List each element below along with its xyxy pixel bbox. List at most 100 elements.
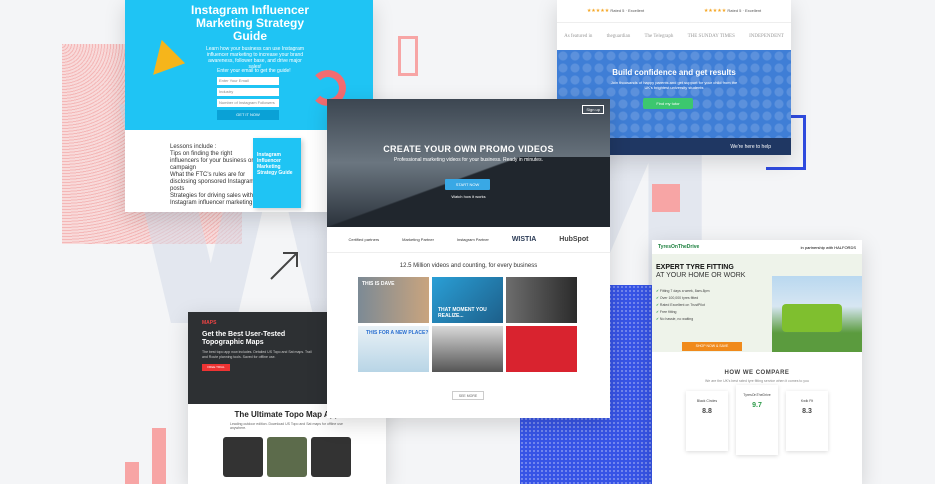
video-thumbnail[interactable] bbox=[432, 326, 503, 372]
rating-text: Rated 5 · Excellent bbox=[727, 8, 762, 13]
tyre-fitting-page: TyresOnTheDrive in partnership with HALF… bbox=[652, 240, 862, 484]
free-trial-button[interactable]: FREE TRIAL bbox=[202, 364, 230, 371]
followers-select[interactable]: Number of Instagram Followers bbox=[217, 99, 279, 107]
tyre-header: TyresOnTheDrive in partnership with HALF… bbox=[652, 240, 862, 254]
email-field[interactable]: Enter Your Email bbox=[217, 77, 279, 85]
email-prompt: Enter your email to get the guide! bbox=[217, 68, 291, 74]
benefit-text: Free fitting bbox=[659, 310, 677, 314]
tyre-headline-line1: EXPERT TYRE FITTING bbox=[656, 264, 734, 271]
pink-square bbox=[652, 184, 680, 212]
wistia-logo: WISTIA bbox=[511, 236, 537, 243]
topo-headline: Get the Best User-Tested Topographic Map… bbox=[202, 331, 286, 346]
benefit-text: No hassle, no waiting bbox=[659, 317, 694, 321]
compare-name: TyresOnTheDrive bbox=[743, 393, 771, 397]
app-screenshot bbox=[267, 437, 307, 477]
thumbnail-caption: THIS FOR A NEW PLACE? bbox=[366, 330, 429, 336]
confidence-headline: Build confidence and get results bbox=[612, 68, 736, 77]
benefit-text: Over 100,000 tyres fitted bbox=[659, 296, 699, 300]
star-rating-icon: ★★★★★ bbox=[586, 8, 610, 14]
instagram-partner-logo: Instagram Partner bbox=[456, 237, 489, 242]
video-count-text: 12.5 Million videos and counting, for ev… bbox=[399, 263, 538, 269]
start-now-button[interactable]: START NOW bbox=[445, 179, 490, 190]
app-screenshot bbox=[223, 437, 263, 477]
lesson-item: Tips on finding the right influencers fo… bbox=[170, 151, 254, 171]
pink-bar-1 bbox=[125, 462, 139, 484]
instagram-title: Instagram Influencer Marketing Strategy … bbox=[190, 3, 310, 43]
compare-columns: Black Circles 8.8 TyresOnTheDrive 9.7 Kwik… bbox=[652, 385, 862, 455]
facebook-partner-logo: Marketing Partner bbox=[402, 237, 434, 242]
lessons-list: Lessons include : Tips on finding the ri… bbox=[170, 144, 260, 207]
benefit-item: ✔ Fitting 7 days a week, 8am-8pm bbox=[656, 288, 710, 295]
check-icon: ✔ bbox=[656, 310, 659, 314]
video-thumbnail[interactable] bbox=[506, 277, 577, 323]
industry-select[interactable]: Industry bbox=[217, 88, 279, 96]
press-logos: As featured in theguardian The Telegraph… bbox=[557, 22, 791, 50]
pink-outline-rect bbox=[398, 36, 418, 76]
check-icon: ✔ bbox=[656, 296, 659, 300]
press-logo: THE SUNDAY TIMES bbox=[687, 34, 735, 39]
check-icon: ✔ bbox=[656, 317, 659, 321]
see-more-button[interactable]: SEE MORE bbox=[452, 391, 484, 400]
compare-subtitle: We are the UK's best rated tyre fitting … bbox=[705, 379, 809, 383]
find-tutor-button[interactable]: Find my tutor bbox=[643, 98, 693, 109]
watch-how-link[interactable]: Watch how it works bbox=[327, 194, 610, 199]
benefit-item: ✔ Rated Excellent on TrustPilot bbox=[656, 302, 710, 309]
tyre-headline: EXPERT TYRE FITTING AT YOUR HOME OR WORK bbox=[656, 264, 745, 280]
benefit-item: ✔ Free fitting bbox=[656, 309, 710, 316]
compare-card: Black Circles 8.8 bbox=[686, 391, 728, 451]
get-it-now-button[interactable]: GET IT NOW bbox=[217, 110, 279, 120]
app-screenshots bbox=[188, 437, 386, 477]
rating-strip: ★★★★★ Rated 5 · Excellent ★★★★★ Rated 5 … bbox=[557, 0, 791, 22]
benefit-item: ✔ Over 100,000 tyres fitted bbox=[656, 295, 710, 302]
tyre-headline-line2: AT YOUR HOME OR WORK bbox=[656, 272, 746, 279]
thumbnail-caption: THAT MOMENT YOU REALIZE... bbox=[438, 307, 487, 319]
benefit-text: Fitting 7 days a week, 8am-8pm bbox=[659, 289, 710, 293]
tyre-logo: TyresOnTheDrive bbox=[658, 244, 700, 250]
help-text: We're here to help bbox=[730, 143, 771, 150]
compare-score: 9.7 bbox=[752, 402, 762, 409]
confidence-subline: Join thousands of happy parents and get … bbox=[610, 80, 738, 90]
thumbnail-caption: THIS IS DAVE bbox=[362, 281, 395, 287]
mountain-background bbox=[327, 157, 610, 227]
promo-video-page: Sign up CREATE YOUR OWN PROMO VIDEOS Pro… bbox=[327, 99, 610, 418]
video-thumbnail[interactable]: THIS IS DAVE bbox=[358, 277, 429, 323]
pink-bar-2 bbox=[152, 428, 166, 484]
van-image bbox=[772, 276, 862, 352]
check-icon: ✔ bbox=[656, 289, 659, 293]
partners-label: Certified partners bbox=[348, 237, 380, 242]
promo-hero: Sign up CREATE YOUR OWN PROMO VIDEOS Pro… bbox=[327, 99, 610, 227]
app-screenshot bbox=[311, 437, 351, 477]
compare-name: Kwik Fit bbox=[800, 399, 814, 403]
sign-up-button[interactable]: Sign up bbox=[582, 105, 604, 114]
press-logo: theguardian bbox=[606, 34, 631, 39]
compare-name: Black Circles bbox=[696, 399, 718, 403]
promo-headline: CREATE YOUR OWN PROMO VIDEOS bbox=[383, 144, 554, 154]
press-logo: INDEPENDENT bbox=[749, 34, 784, 39]
compare-score: 8.3 bbox=[802, 408, 812, 415]
topo-brand: MAPS bbox=[202, 320, 217, 326]
video-thumbnail[interactable]: THIS FOR A NEW PLACE? bbox=[358, 326, 429, 372]
compare-card-featured: TyresOnTheDrive 9.7 bbox=[736, 385, 778, 455]
press-logo: The Telegraph bbox=[644, 34, 674, 39]
topo-section-body: Leading outdoor edition. Download US Top… bbox=[230, 422, 343, 430]
shop-now-button[interactable]: SHOP NOW & SAVE bbox=[682, 342, 742, 351]
lesson-item: What the FTC's rules are for disclosing … bbox=[170, 172, 255, 192]
video-thumbnail[interactable] bbox=[506, 326, 577, 372]
check-icon: ✔ bbox=[656, 303, 659, 307]
rating-text: Rated 5 · Excellent bbox=[610, 8, 645, 13]
star-rating-icon: ★★★★★ bbox=[703, 8, 727, 14]
topo-body: The best topo app now includes. Detailed… bbox=[202, 350, 312, 359]
benefit-item: ✔ No hassle, no waiting bbox=[656, 316, 710, 323]
instagram-subtitle: Learn how your business can use Instagra… bbox=[205, 46, 305, 70]
compare-title: HOW WE COMPARE bbox=[724, 370, 790, 376]
promo-subline: Professional marketing videos for your b… bbox=[394, 157, 543, 163]
lesson-item: Strategies for driving sales with Instag… bbox=[170, 193, 254, 206]
partners-bar: Certified partners Marketing Partner Ins… bbox=[327, 227, 610, 253]
video-thumbnail-grid: THIS IS DAVE THAT MOMENT YOU REALIZE... … bbox=[358, 277, 610, 372]
hubspot-logo: HubSpot bbox=[559, 236, 589, 243]
guide-book-cover: Instagram Influencer Marketing Strategy … bbox=[253, 138, 301, 208]
video-thumbnail[interactable]: THAT MOMENT YOU REALIZE... bbox=[432, 277, 503, 323]
partnership-text: in partnership with HALFORDS bbox=[800, 244, 856, 250]
benefit-text: Rated Excellent on TrustPilot bbox=[659, 303, 705, 307]
arrow-up-right-icon bbox=[270, 252, 298, 280]
